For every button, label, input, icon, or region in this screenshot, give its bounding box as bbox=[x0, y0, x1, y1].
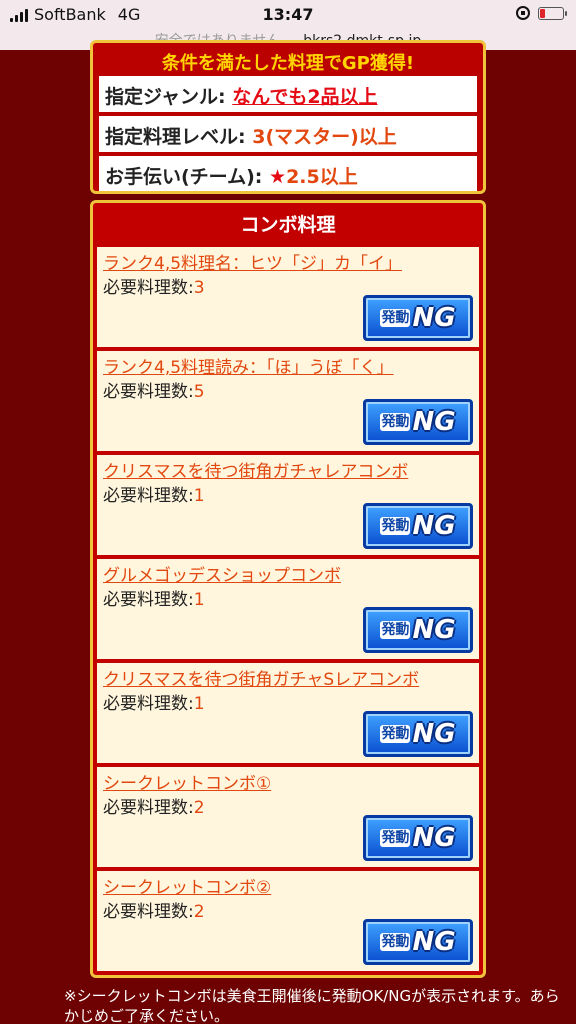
activation-label: 発動 bbox=[380, 413, 411, 431]
required-count-label: 必要料理数: bbox=[103, 590, 194, 610]
combo-panel: コンボ料理 ランク4,5料理名：ヒツ「ジ」カ「イ」 必要料理数:3 発動 NG ランク4… bbox=[90, 200, 486, 978]
required-count: 必要料理数:2 bbox=[103, 793, 205, 818]
activation-ng-badge: 発動 NG bbox=[363, 503, 473, 549]
activation-ng-badge: 発動 NG bbox=[363, 815, 473, 861]
activation-ng-badge: 発動 NG bbox=[363, 919, 473, 965]
combo-item: シークレットコンボ① 必要料理数:2 発動 NG bbox=[97, 767, 479, 867]
required-count-label: 必要料理数: bbox=[103, 902, 194, 922]
activation-label: 発動 bbox=[380, 621, 411, 639]
required-count-label: 必要料理数: bbox=[103, 278, 194, 298]
activation-ng-badge: 発動 NG bbox=[363, 399, 473, 445]
required-count-value: 1 bbox=[193, 486, 205, 506]
activation-status: NG bbox=[412, 823, 456, 853]
activation-status: NG bbox=[412, 615, 456, 645]
condition-label: 指定ジャンル: bbox=[105, 86, 233, 108]
star-icon: ★ bbox=[269, 166, 287, 188]
required-count-label: 必要料理数: bbox=[103, 798, 194, 818]
required-count: 必要料理数:5 bbox=[103, 377, 205, 402]
activation-label: 発動 bbox=[380, 517, 411, 535]
clock: 13:47 bbox=[262, 5, 314, 24]
condition-label: お手伝い(チーム): bbox=[105, 166, 270, 188]
combo-item: クリスマスを待つ街角ガチャレアコンボ 必要料理数:1 発動 NG bbox=[97, 455, 479, 555]
rotation-lock-icon bbox=[516, 6, 530, 20]
combo-item: クリスマスを待つ街角ガチャSレアコンボ 必要料理数:1 発動 NG bbox=[97, 663, 479, 763]
required-count: 必要料理数:1 bbox=[103, 481, 205, 506]
condition-value: 2.5以上 bbox=[286, 166, 358, 188]
combo-item-name-link[interactable]: シークレットコンボ① bbox=[103, 769, 271, 794]
combo-item: ランク4,5料理読み：「ほ」うぼ「く」 必要料理数:5 発動 NG bbox=[97, 351, 479, 451]
activation-status: NG bbox=[412, 927, 456, 957]
required-count-label: 必要料理数: bbox=[103, 486, 194, 506]
required-count-label: 必要料理数: bbox=[103, 694, 194, 714]
activation-ng-badge: 発動 NG bbox=[363, 711, 473, 757]
combo-item: シークレットコンボ② 必要料理数:2 発動 NG bbox=[97, 871, 479, 971]
combo-item-name-link[interactable]: グルメゴッデスショップコンボ bbox=[103, 561, 341, 586]
required-count: 必要料理数:1 bbox=[103, 585, 205, 610]
condition-value: 3(マスター)以上 bbox=[252, 126, 397, 148]
combo-item: グルメゴッデスショップコンボ 必要料理数:1 発動 NG bbox=[97, 559, 479, 659]
status-bar: SoftBank 4G 13:47 bbox=[0, 0, 576, 30]
condition-level: 指定料理レベル: 3(マスター)以上 bbox=[99, 116, 477, 152]
footnote: ※シークレットコンボは美食王開催後に発動OK/NGが表示されます。あらかじめご了… bbox=[64, 987, 560, 1024]
activation-ng-badge: 発動 NG bbox=[363, 295, 473, 341]
required-count-value: 1 bbox=[193, 590, 205, 610]
combo-item-name-link[interactable]: ランク4,5料理読み：「ほ」うぼ「く」 bbox=[103, 353, 394, 378]
battery-icon bbox=[538, 6, 567, 20]
required-count-value: 3 bbox=[193, 278, 205, 298]
combo-item-name-link[interactable]: シークレットコンボ② bbox=[103, 873, 271, 898]
activation-label: 発動 bbox=[380, 309, 411, 327]
activation-label: 発動 bbox=[380, 725, 411, 743]
condition-genre: 指定ジャンル: なんでも2品以上 bbox=[99, 76, 477, 112]
condition-genre-link[interactable]: なんでも2品以上 bbox=[232, 86, 377, 108]
required-count-value: 1 bbox=[193, 694, 205, 714]
combo-item: ランク4,5料理名：ヒツ「ジ」カ「イ」 必要料理数:3 発動 NG bbox=[97, 247, 479, 347]
required-count: 必要料理数:1 bbox=[103, 689, 205, 714]
required-count-value: 5 bbox=[193, 382, 205, 402]
activation-label: 発動 bbox=[380, 933, 411, 951]
status-right bbox=[516, 6, 567, 20]
required-count-value: 2 bbox=[193, 798, 205, 818]
activation-status: NG bbox=[412, 511, 456, 541]
condition-helper: お手伝い(チーム): ★2.5以上 bbox=[99, 156, 477, 191]
activation-status: NG bbox=[412, 303, 456, 333]
combo-title: コンボ料理 bbox=[240, 214, 336, 236]
required-count: 必要料理数:3 bbox=[103, 273, 205, 298]
activation-status: NG bbox=[412, 407, 456, 437]
required-count: 必要料理数:2 bbox=[103, 897, 205, 922]
activation-status: NG bbox=[412, 719, 456, 749]
required-count-value: 2 bbox=[193, 902, 205, 922]
conditions-heading: 条件を満たした料理でGP獲得! bbox=[161, 53, 415, 74]
combo-item-name-link[interactable]: ランク4,5料理名：ヒツ「ジ」カ「イ」 bbox=[103, 249, 402, 274]
activation-ng-badge: 発動 NG bbox=[363, 607, 473, 653]
condition-label: 指定料理レベル: bbox=[105, 126, 253, 148]
combo-item-name-link[interactable]: クリスマスを待つ街角ガチャレアコンボ bbox=[103, 457, 408, 482]
combo-item-name-link[interactable]: クリスマスを待つ街角ガチャSレアコンボ bbox=[103, 665, 419, 690]
required-count-label: 必要料理数: bbox=[103, 382, 194, 402]
conditions-panel: 条件を満たした料理でGP獲得! 指定ジャンル: なんでも2品以上 指定料理レベル… bbox=[90, 40, 486, 194]
activation-label: 発動 bbox=[380, 829, 411, 847]
